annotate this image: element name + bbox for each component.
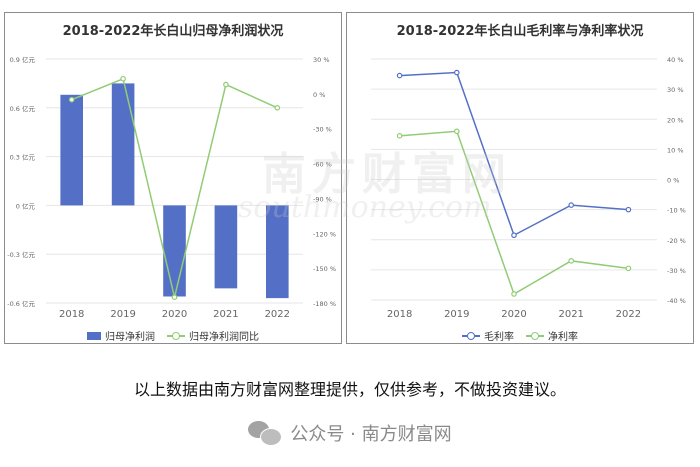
y-tick-label-left: -0.3 亿元	[7, 250, 35, 259]
y-tick-label-right: 0 %	[313, 91, 325, 99]
bar	[265, 205, 289, 299]
data-point	[396, 72, 403, 79]
x-tick-label: 2021	[558, 309, 583, 320]
y-tick-label-right: 30 %	[667, 86, 684, 94]
data-point	[454, 69, 460, 76]
legend-item-gross[interactable]: 毛利率	[462, 328, 514, 343]
footnote: 以上数据由南方财富网整理提供，仅供参考，不做投资建议。	[133, 380, 566, 399]
data-point	[171, 294, 178, 300]
bar	[111, 83, 135, 206]
data-point	[625, 206, 632, 213]
legend-item-bar[interactable]: 归母净利润	[87, 328, 155, 343]
legend-label: 毛利率	[484, 332, 514, 343]
data-point	[454, 128, 460, 135]
y-tick-label-left: 0.3 亿元	[10, 153, 36, 162]
x-tick-label: 2021	[213, 309, 238, 320]
y-tick-label-left: 0.6 亿元	[10, 104, 36, 113]
brand-line: 公众号 · 南方财富网	[0, 420, 700, 446]
bar	[60, 94, 84, 206]
chart-legend: 归母净利润 归母净利润同比	[5, 328, 341, 343]
legend-bar-swatch	[87, 331, 101, 340]
y-tick-label-right: -150 %	[313, 265, 336, 273]
data-point	[223, 81, 229, 88]
x-tick-label: 2019	[444, 309, 469, 320]
y-tick-label-right: 30 %	[313, 56, 330, 64]
y-tick-label-left: 0 亿元	[16, 201, 36, 210]
data-point	[568, 202, 575, 208]
y-tick-label-right: -20 %	[667, 237, 686, 245]
chart-panel-net-profit: 2018-2022年长白山归母净利润状况 0.9 亿元 0.6 亿元 0.3 亿元 0…	[4, 12, 342, 344]
x-tick-label: 2018	[387, 309, 412, 320]
data-point	[396, 133, 403, 139]
chart-legend: 毛利率 净利率	[347, 328, 693, 343]
data-point	[511, 232, 517, 239]
data-point	[68, 96, 75, 103]
y-tick-label-right: 0 %	[667, 177, 679, 185]
bar	[214, 205, 238, 289]
data-point	[568, 258, 575, 264]
data-point	[511, 291, 517, 297]
data-point	[625, 265, 632, 272]
brand-text: 公众号 · 南方财富网	[290, 424, 452, 445]
y-tick-label-right: -40 %	[667, 297, 686, 305]
legend-label: 归母净利润同比	[189, 332, 259, 343]
x-tick-label: 2022	[265, 309, 290, 320]
y-tick-label-right: -30 %	[667, 267, 686, 275]
legend-line-swatch	[526, 331, 544, 341]
margin-chart: 40 % 30 % 20 % 10 % 0 % -10 % -20 % -30 % -40 % 2…	[371, 56, 686, 320]
y-tick-label-right: -180 %	[313, 300, 336, 308]
legend-line-swatch	[462, 331, 480, 341]
y-tick-label-right: -60 %	[313, 161, 332, 169]
y-tick-label-right: -120 %	[313, 230, 336, 238]
y-tick-label-left: 0.9 亿元	[10, 55, 36, 64]
legend-label: 净利率	[548, 332, 578, 343]
legend-label: 归母净利润	[105, 332, 155, 343]
data-point	[120, 75, 126, 82]
y-tick-label-right: -10 %	[667, 207, 686, 215]
y-tick-label-right: -90 %	[313, 195, 332, 203]
x-tick-label: 2022	[616, 309, 641, 320]
legend-item-net[interactable]: 净利率	[526, 328, 578, 343]
x-tick-label: 2020	[501, 309, 526, 320]
series-line	[399, 71, 629, 237]
y-tick-label-right: -30 %	[313, 126, 332, 134]
bar	[163, 205, 186, 297]
x-tick-label: 2020	[162, 309, 187, 320]
legend-line-swatch	[167, 331, 185, 341]
net-profit-chart: 0.9 亿元 0.6 亿元 0.3 亿元 0 亿元 -0.3 亿元 -0.6 亿元 30 %…	[7, 55, 336, 320]
y-tick-label-left: -0.6 亿元	[7, 299, 35, 308]
chart-panel-margins: 2018-2022年长白山毛利率与净利率状况 40 % 30 % 20 % 10 % 0…	[346, 12, 694, 344]
data-point	[274, 105, 281, 111]
wechat-icon	[248, 421, 283, 446]
y-tick-label-right: 10 %	[667, 146, 684, 154]
legend-item-line[interactable]: 归母净利润同比	[167, 328, 259, 343]
x-tick-label: 2018	[59, 309, 84, 320]
y-tick-label-right: 40 %	[667, 56, 684, 64]
x-tick-label: 2019	[110, 309, 135, 320]
y-tick-label-right: 20 %	[667, 116, 684, 124]
